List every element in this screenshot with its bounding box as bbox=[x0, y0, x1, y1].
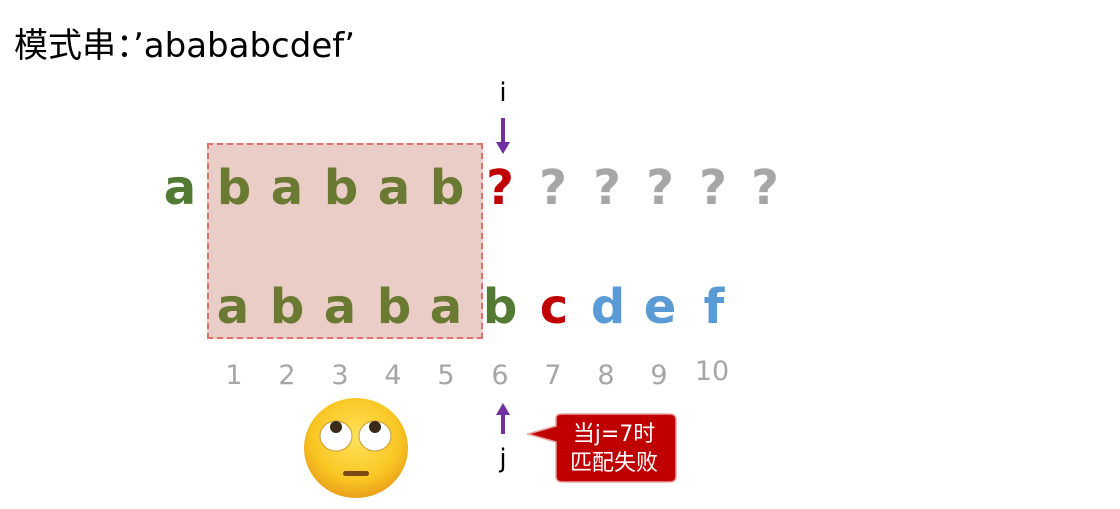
pattern-char-6: b bbox=[482, 279, 518, 335]
text-char-2: b bbox=[216, 160, 252, 216]
text-char-9: ? bbox=[593, 160, 621, 216]
index-label-6: 6 bbox=[491, 360, 509, 391]
text-char-8: ? bbox=[539, 160, 567, 216]
text-char-12: ? bbox=[751, 160, 779, 216]
index-label-10: 10 bbox=[694, 356, 730, 387]
callout-line-1: 当j=7时 bbox=[572, 422, 656, 447]
pattern-char-4: b bbox=[376, 279, 412, 335]
index-label-9: 9 bbox=[650, 360, 668, 391]
text-char-7: ? bbox=[486, 160, 514, 216]
pattern-char-8: d bbox=[590, 279, 626, 335]
pointer-j-arrow bbox=[496, 403, 510, 434]
pattern-char-2: b bbox=[269, 279, 305, 335]
text-char-11: ? bbox=[699, 160, 727, 216]
index-label-8: 8 bbox=[597, 360, 615, 391]
diagram-canvas: 模式串：’abababcdef’ i j 当j=7时 匹配失败 a b a b … bbox=[0, 0, 1120, 509]
failure-callout-text: 当j=7时 匹配失败 bbox=[552, 420, 676, 478]
pointer-i-label: i bbox=[499, 78, 507, 108]
text-char-4: b bbox=[323, 160, 359, 216]
index-label-5: 5 bbox=[437, 360, 455, 391]
index-label-3: 3 bbox=[331, 360, 349, 391]
index-label-1: 1 bbox=[225, 360, 243, 391]
pattern-char-9: e bbox=[643, 279, 677, 335]
pattern-char-7: c bbox=[539, 279, 569, 335]
text-char-3: a bbox=[270, 160, 304, 216]
index-label-2: 2 bbox=[278, 360, 296, 391]
pattern-title: 模式串：’abababcdef’ bbox=[14, 26, 356, 66]
pattern-char-1: a bbox=[216, 279, 250, 335]
text-char-5: a bbox=[377, 160, 411, 216]
text-char-6: b bbox=[429, 160, 465, 216]
index-label-4: 4 bbox=[384, 360, 402, 391]
pattern-char-5: a bbox=[429, 279, 463, 335]
text-char-1: a bbox=[163, 160, 197, 216]
pointer-i-arrow bbox=[496, 118, 510, 154]
callout-line-2: 匹配失败 bbox=[569, 451, 658, 476]
pointer-j-label: j bbox=[499, 444, 507, 474]
pattern-char-3: a bbox=[323, 279, 357, 335]
eye-roll-emoji-icon bbox=[304, 398, 408, 498]
index-label-7: 7 bbox=[544, 360, 562, 391]
pattern-char-10: f bbox=[703, 279, 725, 335]
text-char-10: ? bbox=[646, 160, 674, 216]
